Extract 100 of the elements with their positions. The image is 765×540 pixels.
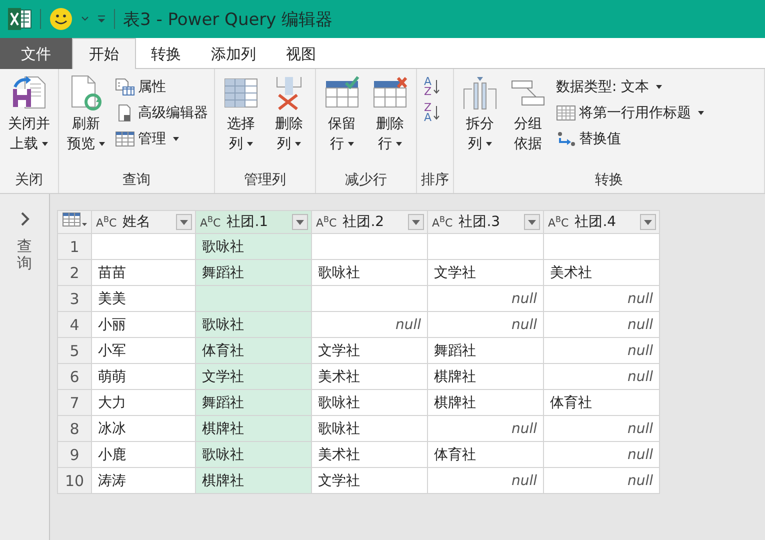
table-cell: 小鹿: [92, 442, 196, 468]
row-number: 6: [58, 364, 92, 390]
customize-toolbar-icon[interactable]: [97, 15, 106, 23]
ribbon-button[interactable]: 分组 依据: [506, 73, 550, 156]
table-cell: 棋牌社: [428, 364, 544, 390]
table-cell: null: [544, 416, 660, 442]
row-number: 10: [58, 468, 92, 494]
smiley-icon[interactable]: [49, 7, 73, 31]
row-number: 1: [58, 234, 92, 260]
column-filter-button[interactable]: [408, 214, 424, 230]
ribbon-button[interactable]: 管理: [113, 127, 210, 151]
table-cell: null: [428, 416, 544, 442]
spreadsheet-app-icon[interactable]: [8, 8, 32, 30]
ribbon-button[interactable]: 替换值: [554, 127, 706, 151]
column-filter-button[interactable]: [640, 214, 656, 230]
caret-icon: [644, 220, 652, 224]
ribbon-tab[interactable]: 视图: [271, 38, 331, 69]
down-arrow-icon: [432, 105, 440, 121]
row-number: 7: [58, 390, 92, 416]
column-header[interactable]: A$^{B}$C 社团.1: [196, 210, 312, 234]
table-menu-icon[interactable]: [62, 212, 88, 228]
ribbon-button[interactable]: 删除 行: [368, 73, 412, 156]
table-cell: null: [428, 468, 544, 494]
ribbon-tab[interactable]: 转换: [136, 38, 196, 69]
column-header[interactable]: A$^{B}$C 姓名: [92, 210, 196, 234]
caret-icon: [173, 137, 179, 141]
caret-icon: [42, 142, 48, 146]
column-header[interactable]: A$^{B}$C 社团.2: [312, 210, 428, 234]
ribbon-tab[interactable]: 开始: [72, 38, 136, 69]
table-cell: 歌咏社: [196, 312, 312, 338]
column-filter-button[interactable]: [292, 214, 308, 230]
table-cell: 歌咏社: [312, 390, 428, 416]
ribbon-button[interactable]: 高级编辑器: [113, 101, 210, 125]
table-cell: 美术社: [312, 442, 428, 468]
text-type-indicator[interactable]: A$^{B}$C: [548, 214, 569, 230]
table-cell: null: [428, 286, 544, 312]
table-cell: 体育社: [428, 442, 544, 468]
row-number: 4: [58, 312, 92, 338]
table-cell: 舞蹈社: [196, 260, 312, 286]
ribbon-button[interactable]: 删除 列: [267, 73, 311, 156]
table-cell: 体育社: [544, 390, 660, 416]
sort-descending-button[interactable]: Z A: [421, 101, 443, 125]
row-number: 2: [58, 260, 92, 286]
caret-icon: [396, 142, 402, 146]
caret-icon: [656, 85, 662, 89]
table-icon: [556, 104, 576, 122]
expand-chevron-icon[interactable]: [20, 212, 30, 226]
ribbon-button[interactable]: 选择 列: [219, 73, 263, 156]
ribbon-group-label: 管理列: [243, 171, 287, 190]
table-cell: 美美: [92, 286, 196, 312]
down-arrow-icon: [432, 79, 440, 95]
ribbon-button[interactable]: 数据类型: 文本: [554, 75, 706, 99]
table-cell: 美术社: [544, 260, 660, 286]
table-cell: 歌咏社: [312, 416, 428, 442]
table-cell: 小丽: [92, 312, 196, 338]
ribbon-group-label: 减少行: [344, 171, 388, 190]
ribbon-group-label: 关闭: [14, 171, 44, 190]
caret-icon: [412, 220, 420, 224]
table-cell: 萌萌: [92, 364, 196, 390]
table-cell: 涛涛: [92, 468, 196, 494]
table-cell: 棋牌社: [428, 390, 544, 416]
table-cell: null: [544, 364, 660, 390]
text-type-indicator[interactable]: A$^{B}$C: [316, 214, 337, 230]
table-cell: 文学社: [196, 364, 312, 390]
ribbon-button[interactable]: 属性: [113, 75, 210, 99]
table-cell: 体育社: [196, 338, 312, 364]
text-type-indicator[interactable]: A$^{B}$C: [200, 214, 221, 230]
ribbon-group-label: 查询: [122, 171, 152, 190]
column-header[interactable]: A$^{B}$C 社团.4: [544, 210, 660, 234]
table-cell: 舞蹈社: [196, 390, 312, 416]
sort-ascending-button[interactable]: A Z: [421, 75, 443, 99]
column-header[interactable]: A$^{B}$C 社团.3: [428, 210, 544, 234]
table-cell: null: [544, 338, 660, 364]
column-filter-button[interactable]: [524, 214, 540, 230]
table-cell: null: [428, 312, 544, 338]
text-type-indicator[interactable]: A$^{B}$C: [96, 214, 117, 230]
ribbon-button[interactable]: 将第一行用作标题: [554, 101, 706, 125]
column-filter-button[interactable]: [176, 214, 192, 230]
caret-icon: [99, 142, 105, 146]
table-cell: 歌咏社: [196, 234, 312, 260]
table-cell: null: [544, 468, 660, 494]
ribbon-button[interactable]: 拆分 列: [458, 73, 502, 156]
table-cell: 苗苗: [92, 260, 196, 286]
ribbon-button[interactable]: 关闭并 上载: [4, 73, 54, 156]
queries-pane-label: 查询: [17, 238, 32, 271]
ribbon-tab[interactable]: 添加列: [196, 38, 271, 69]
caret-icon: [698, 111, 704, 115]
file-menu-tab[interactable]: 文件: [0, 38, 72, 69]
row-number: 8: [58, 416, 92, 442]
table-cell: 冰冰: [92, 416, 196, 442]
caret-icon: [295, 142, 301, 146]
ribbon-button[interactable]: 刷新 预览: [63, 73, 109, 156]
table-cell: 歌咏社: [312, 260, 428, 286]
ribbon-button[interactable]: 保留 行: [320, 73, 364, 156]
table-cell: null: [544, 286, 660, 312]
replace-values-icon: [556, 130, 576, 148]
table-cell: null: [544, 312, 660, 338]
caret-icon[interactable]: [81, 16, 89, 22]
table-cell: 歌咏社: [196, 442, 312, 468]
text-type-indicator[interactable]: A$^{B}$C: [432, 214, 453, 230]
